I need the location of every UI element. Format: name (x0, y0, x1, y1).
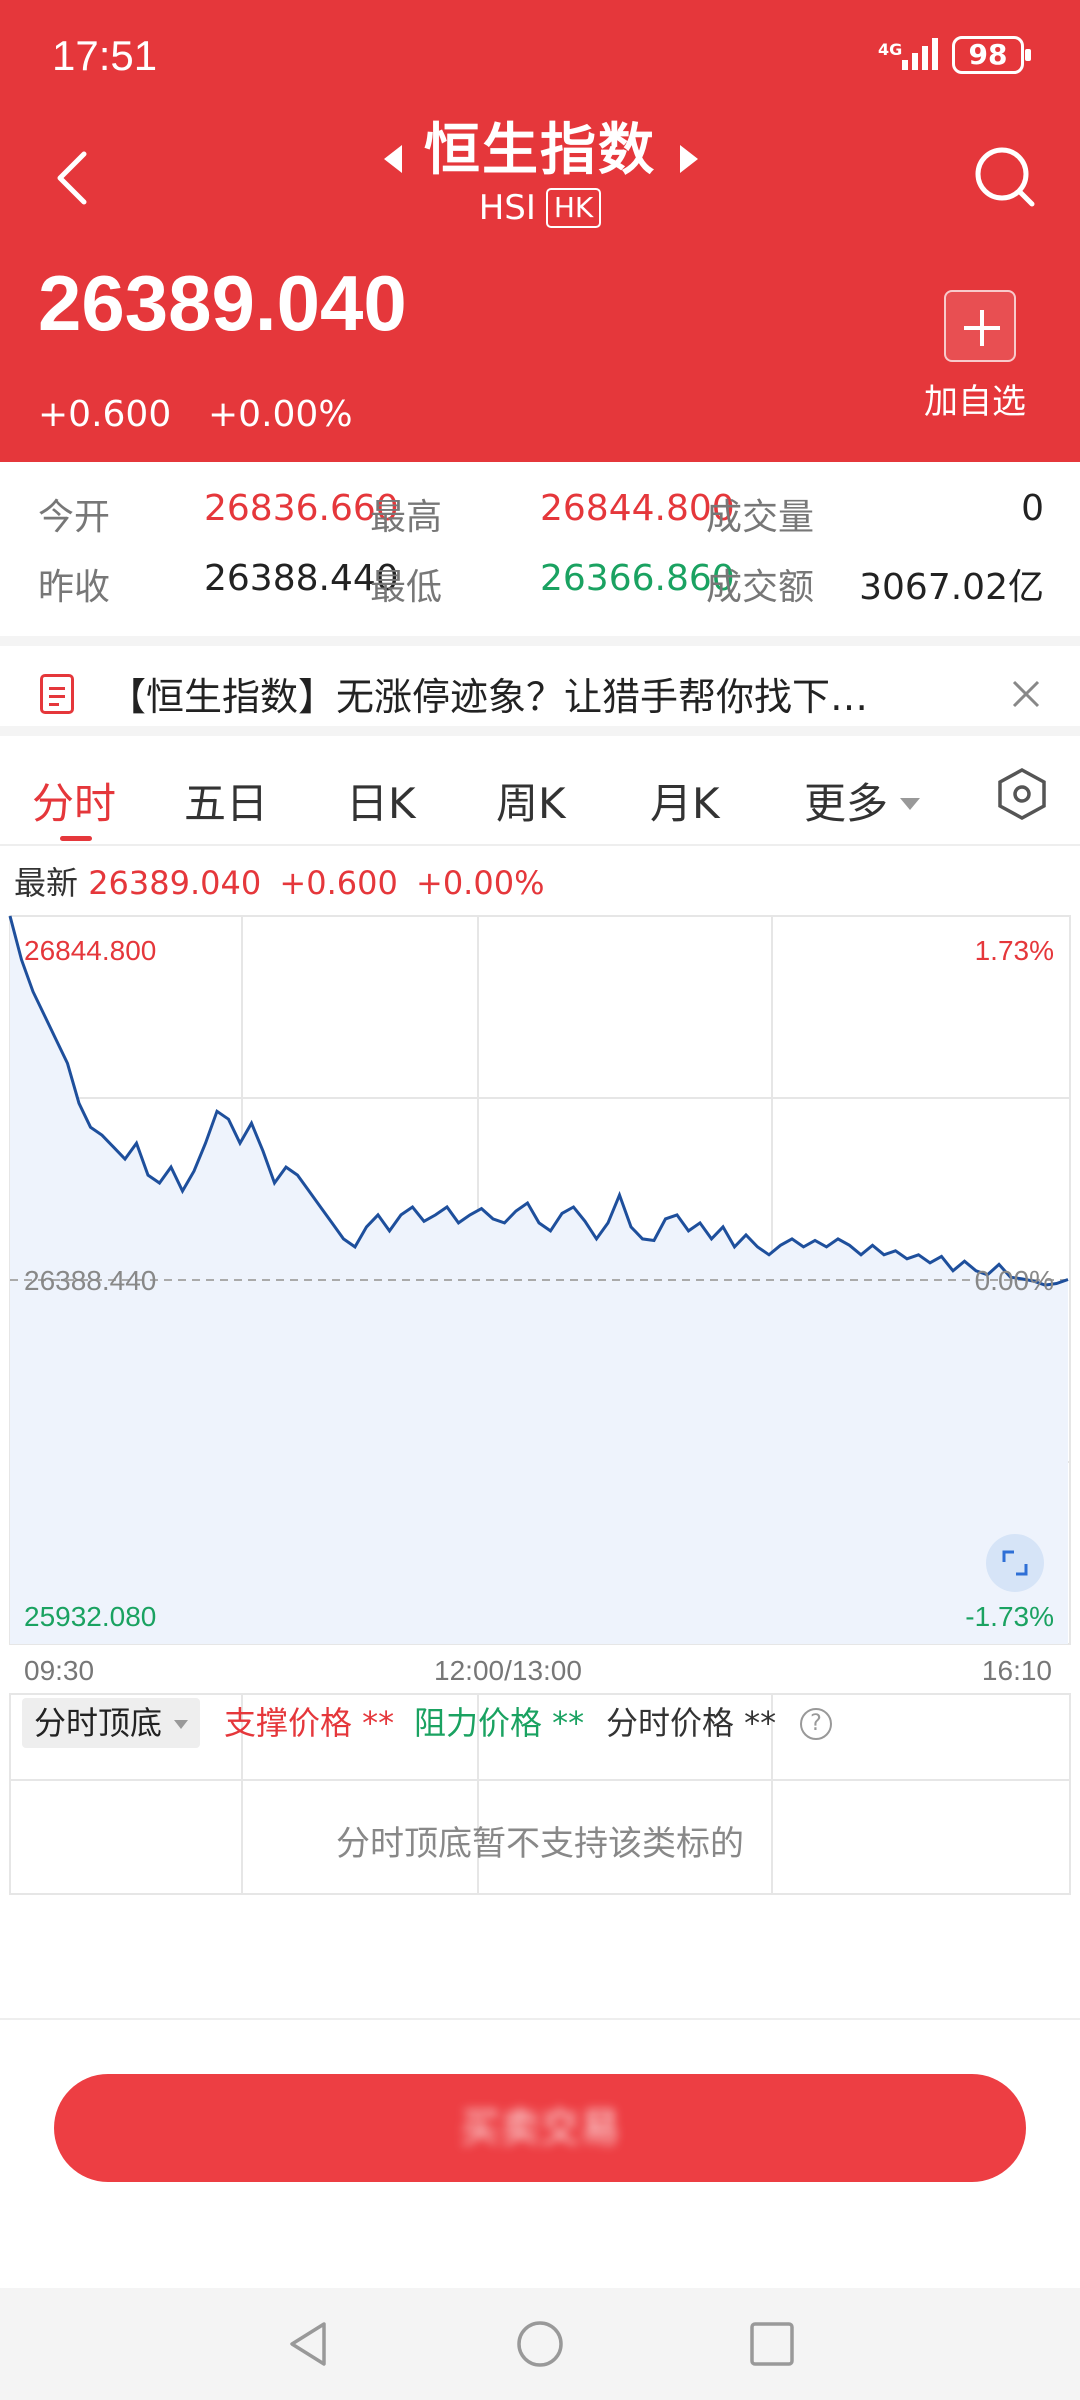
status-bar: 17:51 4G 98 (0, 0, 1080, 110)
volume-label: 成交量 (706, 497, 815, 538)
network-label: 4G (878, 40, 903, 59)
battery-level: 98 (968, 38, 1008, 71)
caret-down-icon (900, 798, 921, 810)
latest-change-pct: +0.00% (416, 864, 545, 902)
support-price-label: 支撑价格 ** (224, 1704, 395, 1742)
help-icon[interactable]: ? (800, 1708, 832, 1740)
x-label-open: 09:30 (24, 1655, 94, 1686)
prev-close-label: 昨收 (38, 567, 111, 608)
x-label-midday: 12:00/13:00 (434, 1655, 582, 1686)
y-min-pct-label: -1.73% (965, 1601, 1054, 1632)
tab-more-label: 更多 (804, 779, 889, 828)
indicator-empty-message: 分时顶底暂不支持该类标的 (336, 1824, 744, 1864)
battery-icon: 98 (952, 36, 1031, 74)
tab-more[interactable]: 更多 (804, 770, 921, 831)
news-banner[interactable]: 【恒生指数】无涨停迹象？让猎手帮你找下… (0, 636, 1080, 736)
stock-code: HSI (478, 188, 536, 228)
turnover-value: 3067.02亿 (859, 567, 1044, 608)
price-change: +0.600 (38, 394, 172, 435)
add-watchlist-icon[interactable] (944, 290, 1016, 362)
nav-back-icon[interactable] (280, 2316, 336, 2372)
system-nav-bar (0, 2288, 1080, 2400)
document-icon (40, 674, 74, 714)
expand-icon (1002, 1550, 1028, 1576)
chart-tabs: 分时 五日 日K 周K 月K 更多 (0, 746, 1080, 846)
active-tab-indicator (60, 836, 92, 841)
latest-change: +0.600 (279, 864, 398, 902)
tab-daily-k[interactable]: 日K (346, 770, 416, 831)
y-base-label: 26388.440 (24, 1265, 156, 1296)
indicator-select[interactable]: 分时顶底 (22, 1698, 201, 1748)
latest-price: 26389.040 (88, 864, 262, 902)
trade-button-label: 买卖交易 (460, 2105, 620, 2151)
back-arrow-icon[interactable] (48, 148, 98, 208)
indicator-bar: 分时顶底 支撑价格 ** 阻力价格 ** 分时价格 ** ? (14, 1698, 1074, 1748)
close-icon[interactable] (1006, 674, 1046, 714)
y-max-pct-label: 1.73% (975, 935, 1054, 966)
search-icon[interactable] (970, 142, 1040, 212)
current-price: 26389.040 (38, 259, 407, 347)
signal-icon (902, 38, 938, 70)
turnover-label: 成交额 (706, 567, 815, 608)
open-label: 今开 (38, 497, 111, 538)
intraday-price-label: 分时价格 ** (606, 1704, 777, 1742)
news-text[interactable]: 【恒生指数】无涨停迹象？让猎手帮你找下… (108, 666, 948, 721)
volume-value: 0 (1021, 488, 1044, 529)
tab-intraday[interactable]: 分时 (32, 770, 116, 831)
add-watchlist-button[interactable]: 加自选 (924, 374, 1026, 423)
market-badge: HK (545, 188, 602, 228)
low-label: 最低 (370, 567, 443, 608)
tab-weekly-k[interactable]: 周K (496, 770, 566, 831)
latest-label: 最新 (14, 864, 79, 902)
next-stock-icon[interactable] (680, 145, 698, 173)
quote-stats: 今开 26836.660 最高 26844.800 成交量 0 昨收 26388… (0, 462, 1080, 630)
settings-hexagon-icon[interactable] (996, 766, 1048, 822)
tab-monthly-k[interactable]: 月K (650, 770, 720, 831)
price-change-pct: +0.00% (208, 394, 353, 435)
y-base-pct-label: 0.00% (975, 1265, 1054, 1296)
high-label: 最高 (370, 497, 443, 538)
tab-five-day[interactable]: 五日 (184, 770, 268, 831)
status-time: 17:51 (52, 32, 158, 79)
trade-button[interactable]: 买卖交易 (54, 2074, 1026, 2182)
y-max-label: 26844.800 (24, 935, 156, 966)
nav-recents-icon[interactable] (744, 2316, 800, 2372)
x-label-close: 16:10 (982, 1655, 1052, 1686)
latest-quote: 最新 26389.040 +0.600 +0.00% (14, 858, 544, 904)
nav-home-icon[interactable] (512, 2316, 568, 2372)
stock-code-row: HSI HK (340, 188, 740, 228)
header: 17:51 4G 98 恒生指数 HSI HK 26389.040 +0.600 … (0, 0, 1080, 462)
y-min-label: 25932.080 (24, 1601, 156, 1632)
fullscreen-button[interactable] (986, 1534, 1044, 1592)
resistance-price-label: 阻力价格 ** (414, 1704, 585, 1742)
